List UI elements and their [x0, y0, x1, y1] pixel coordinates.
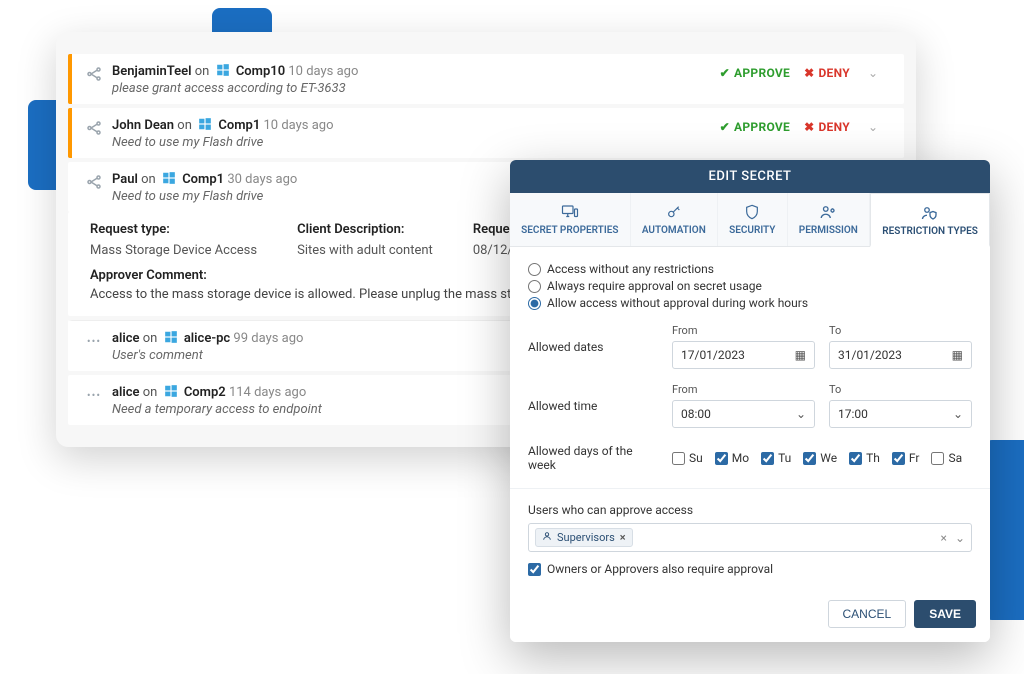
windows-icon — [215, 62, 231, 78]
day-tu[interactable]: Tu — [761, 451, 791, 465]
radio-always-require[interactable]: Always require approval on secret usage — [528, 279, 972, 293]
to-label: To — [829, 383, 972, 396]
approve-button[interactable]: ✔ APPROVE — [720, 66, 790, 80]
user-icon — [542, 531, 552, 544]
accent-decor-right — [984, 440, 1024, 620]
edit-secret-modal: EDIT SECRET SECRET PROPERTIES AUTOMATION… — [510, 160, 990, 642]
radio-no-restrictions[interactable]: Access without any restrictions — [528, 262, 972, 276]
user-gear-icon — [819, 203, 837, 221]
day-sa[interactable]: Sa — [931, 451, 962, 465]
approve-button[interactable]: ✔ APPROVE — [720, 120, 790, 134]
x-icon: ✖ — [804, 120, 814, 134]
request-comment: please grant access according to ET-3633 — [112, 81, 710, 96]
owners-require-approval[interactable]: Owners or Approvers also require approva… — [528, 562, 972, 576]
deny-button[interactable]: ✖ DENY — [804, 120, 850, 134]
tab-restriction-types[interactable]: RESTRICTION TYPES — [870, 193, 990, 247]
client-desc-label: Client Description: — [297, 222, 433, 237]
approver-tag[interactable]: Supervisors × — [535, 528, 633, 547]
user-shield-icon — [921, 204, 939, 222]
date-to-input[interactable]: 31/01/2023 ▦ — [829, 341, 972, 369]
cancel-button[interactable]: CANCEL — [828, 600, 907, 628]
chevron-down-icon[interactable]: ⌄ — [864, 64, 882, 82]
check-icon: ✔ — [720, 120, 730, 134]
tab-permission[interactable]: PERMISSION — [788, 193, 870, 246]
tab-security[interactable]: SECURITY — [718, 193, 788, 246]
divider — [510, 488, 990, 489]
day-fr[interactable]: Fr — [892, 451, 920, 465]
request-icon — [82, 170, 106, 194]
chevron-down-icon[interactable]: ⌄ — [955, 531, 965, 545]
tab-secret-properties[interactable]: SECRET PROPERTIES — [510, 193, 631, 246]
calendar-icon: ▦ — [795, 348, 806, 362]
password-icon: ••• — [82, 329, 106, 353]
approver-comment-value: Access to the mass storage device is all… — [90, 287, 571, 302]
request-type-value: Mass Storage Device Access — [90, 243, 257, 258]
chevron-down-icon[interactable]: ⌄ — [864, 118, 882, 136]
day-th[interactable]: Th — [849, 451, 880, 465]
clear-icon[interactable]: × — [941, 531, 947, 545]
days-group: Su Mo Tu We Th Fr Sa — [672, 451, 972, 465]
password-icon: ••• — [82, 383, 106, 407]
radio-work-hours[interactable]: Allow access without approval during wor… — [528, 296, 972, 310]
windows-icon — [163, 383, 179, 399]
day-su[interactable]: Su — [672, 451, 703, 465]
to-label: To — [829, 324, 972, 337]
allowed-time-label: Allowed time — [528, 399, 658, 413]
request-line: John Dean on Comp1 10 days ago — [112, 116, 710, 133]
x-icon: ✖ — [804, 66, 814, 80]
remove-tag-icon[interactable]: × — [620, 531, 626, 544]
save-button[interactable]: SAVE — [914, 600, 976, 628]
modal-title: EDIT SECRET — [510, 160, 990, 193]
deny-button[interactable]: ✖ DENY — [804, 66, 850, 80]
chevron-down-icon: ⌄ — [796, 407, 806, 421]
time-from-select[interactable]: 08:00 ⌄ — [672, 400, 815, 428]
windows-icon — [163, 329, 179, 345]
request-icon — [82, 62, 106, 86]
check-icon: ✔ — [720, 66, 730, 80]
date-from-input[interactable]: 17/01/2023 ▦ — [672, 341, 815, 369]
request-icon — [82, 116, 106, 140]
modal-tabs: SECRET PROPERTIES AUTOMATION SECURITY PE… — [510, 193, 990, 247]
allowed-dates-label: Allowed dates — [528, 340, 658, 354]
chevron-down-icon: ⌄ — [953, 407, 963, 421]
tab-automation[interactable]: AUTOMATION — [631, 193, 718, 246]
key-icon — [666, 203, 682, 221]
windows-icon — [197, 116, 213, 132]
from-label: From — [672, 383, 815, 396]
day-we[interactable]: We — [803, 451, 837, 465]
request-line: BenjaminTeel on Comp10 10 days ago — [112, 62, 710, 79]
time-to-select[interactable]: 17:00 ⌄ — [829, 400, 972, 428]
calendar-icon: ▦ — [952, 348, 963, 362]
request-comment: Need to use my Flash drive — [112, 135, 710, 150]
client-desc-value: Sites with adult content — [297, 243, 433, 258]
request-row[interactable]: John Dean on Comp1 10 days ago Need to u… — [68, 108, 904, 158]
shield-icon — [744, 203, 760, 221]
from-label: From — [672, 324, 815, 337]
approvers-input[interactable]: Supervisors × × ⌄ — [528, 523, 972, 552]
windows-icon — [161, 170, 177, 186]
monitor-icon — [561, 203, 579, 221]
day-mo[interactable]: Mo — [715, 451, 749, 465]
request-type-label: Request type: — [90, 222, 257, 237]
request-row[interactable]: BenjaminTeel on Comp10 10 days ago pleas… — [68, 54, 904, 104]
allowed-days-label: Allowed days of the week — [528, 444, 658, 472]
approvers-label: Users who can approve access — [528, 503, 972, 517]
